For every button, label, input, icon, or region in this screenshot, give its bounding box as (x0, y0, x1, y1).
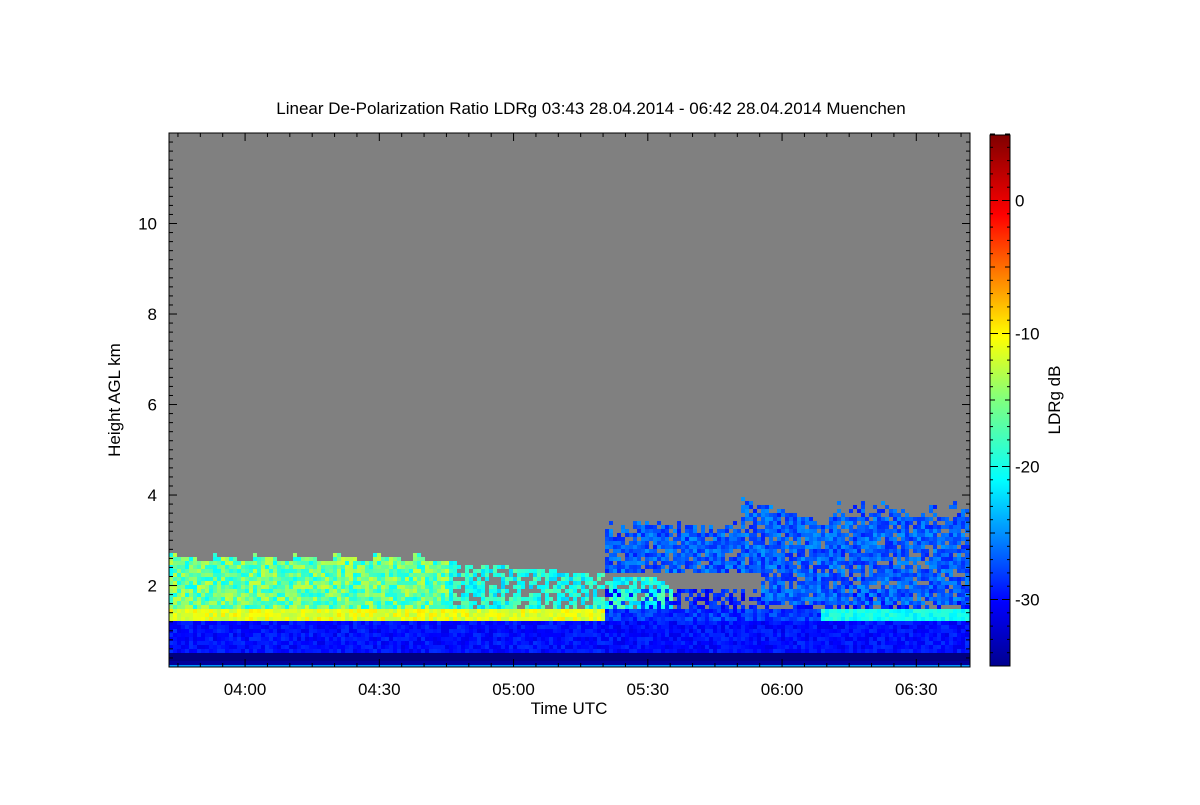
chart-svg: Linear De-Polarization Ratio LDRg 03:43 … (0, 0, 1200, 800)
colorbar-tick-label: -10 (1015, 325, 1040, 344)
x-tick-label: 05:00 (492, 680, 535, 699)
x-tick-label: 04:30 (358, 680, 401, 699)
y-tick-label: 10 (138, 215, 157, 234)
y-tick-label: 2 (148, 577, 157, 596)
x-tick-label: 05:30 (627, 680, 670, 699)
y-axis-label: Height AGL km (105, 343, 124, 457)
plot-area (169, 133, 973, 669)
colorbar-tick-label: -30 (1015, 591, 1040, 610)
y-tick-label: 6 (148, 396, 157, 415)
y-tick-label: 8 (148, 305, 157, 324)
colorbar-tick-label: 0 (1015, 192, 1024, 211)
chart-title: Linear De-Polarization Ratio LDRg 03:43 … (276, 99, 905, 118)
colorbar-label: LDRg dB (1045, 366, 1064, 435)
y-tick-label: 4 (148, 486, 157, 505)
colorbar-tick-label: -20 (1015, 458, 1040, 477)
ldr-time-height-plot: Linear De-Polarization Ratio LDRg 03:43 … (0, 0, 1200, 800)
colorbar: 0 -10 -20 -30 (990, 134, 1040, 666)
x-tick-label: 04:00 (224, 680, 267, 699)
x-tick-label: 06:00 (761, 680, 804, 699)
x-axis-label: Time UTC (531, 699, 608, 718)
x-tick-label: 06:30 (895, 680, 938, 699)
